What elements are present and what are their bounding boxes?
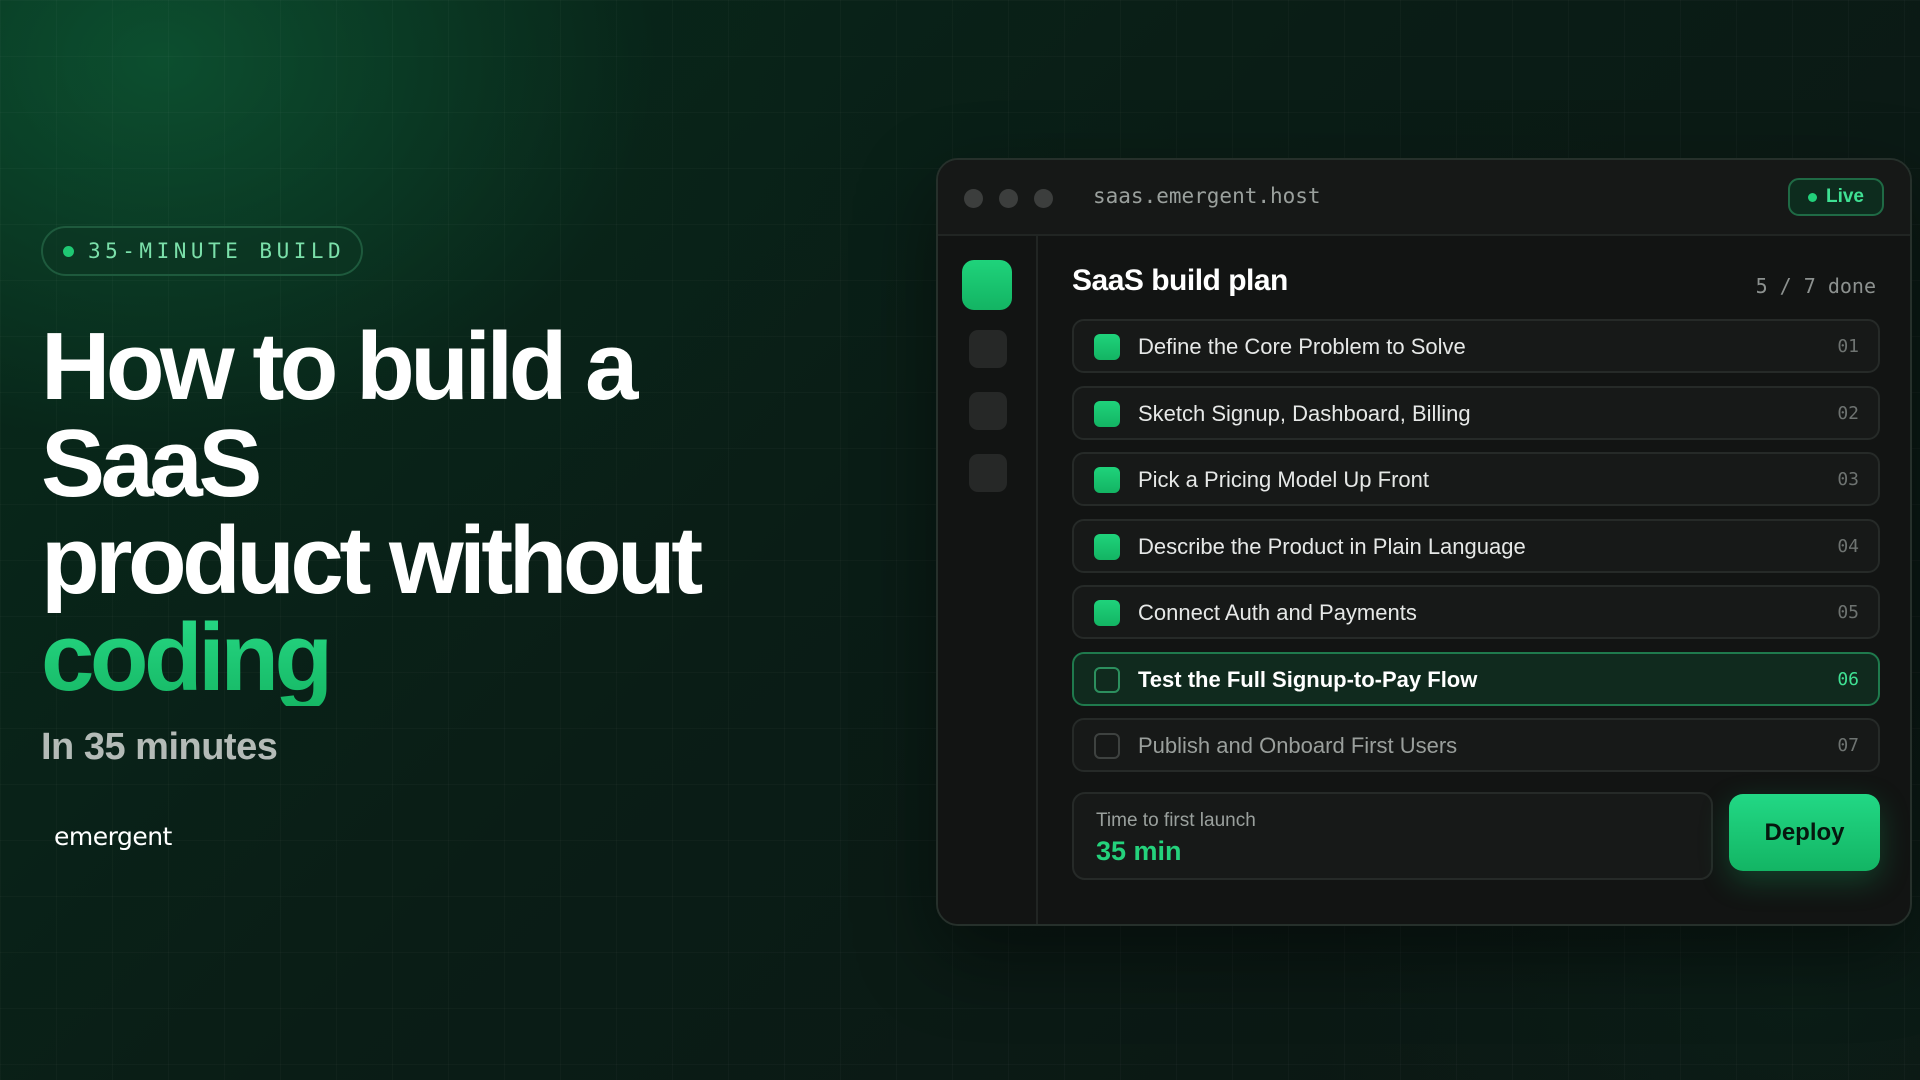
task-row[interactable]: Pick a Pricing Model Up Front 03 (1072, 452, 1880, 506)
task-number: 01 (1837, 336, 1859, 357)
headline-line: product without (41, 507, 703, 614)
task-checkbox[interactable] (1094, 600, 1120, 626)
sidebar-item[interactable] (969, 392, 1007, 430)
sidebar-item-active[interactable] (962, 260, 1012, 310)
headline: How to build a SaaS product without codi… (41, 313, 703, 706)
window-close-button[interactable] (964, 189, 983, 208)
deploy-button[interactable]: Deploy (1729, 794, 1880, 871)
task-label: Sketch Signup, Dashboard, Billing (1138, 400, 1471, 426)
task-label: Describe the Product in Plain Language (1138, 533, 1526, 559)
launch-time-card: Time to first launch 35 min (1072, 792, 1713, 880)
task-label: Publish and Onboard First Users (1138, 733, 1458, 758)
task-number: 05 (1837, 602, 1859, 623)
status-dot-icon (63, 245, 74, 257)
task-list: Define the Core Problem to Solve 01 Sket… (1072, 319, 1880, 785)
app-window: saas.emergent.host Live SaaS build plan … (936, 158, 1912, 926)
task-row[interactable]: Test the Full Signup-to-Pay Flow 06 (1072, 651, 1880, 706)
task-checkbox[interactable] (1094, 334, 1120, 360)
task-row[interactable]: Describe the Product in Plain Language 0… (1072, 518, 1880, 573)
live-status-label: Live (1825, 186, 1865, 207)
task-checkbox[interactable] (1094, 400, 1120, 427)
task-label: Pick a Pricing Model Up Front (1138, 467, 1429, 492)
task-number: 03 (1837, 469, 1859, 490)
window-maximize-button[interactable] (1034, 189, 1053, 208)
window-minimize-button[interactable] (999, 189, 1018, 208)
task-row[interactable]: Connect Auth and Payments 05 (1072, 585, 1880, 639)
plan-progress: 5 / 7 done (1755, 274, 1876, 298)
brand-logo: emergent (54, 822, 172, 851)
live-status-badge: Live (1788, 178, 1884, 216)
subtitle: In 35 minutes (41, 726, 278, 768)
task-row[interactable]: Publish and Onboard First Users 07 (1072, 718, 1880, 772)
build-badge-label: 35-MINUTE BUILD (88, 239, 346, 263)
headline-line: How to build a (41, 313, 638, 420)
task-checkbox[interactable] (1094, 467, 1120, 493)
task-number: 06 (1837, 668, 1859, 690)
task-checkbox[interactable] (1094, 533, 1120, 560)
window-titlebar: saas.emergent.host Live (938, 160, 1910, 236)
task-number: 07 (1837, 735, 1859, 756)
task-number: 02 (1837, 402, 1859, 424)
launch-time-label: Time to first launch (1096, 810, 1256, 831)
live-dot-icon (1807, 192, 1817, 202)
task-label: Define the Core Problem to Solve (1138, 334, 1466, 359)
sidebar-item[interactable] (969, 330, 1007, 368)
task-row[interactable]: Sketch Signup, Dashboard, Billing 02 (1072, 385, 1880, 440)
task-label: Test the Full Signup-to-Pay Flow (1138, 666, 1478, 692)
headline-line: SaaS (41, 410, 262, 517)
task-checkbox[interactable] (1094, 733, 1120, 759)
headline-accent: coding (41, 609, 699, 706)
task-number: 04 (1837, 535, 1859, 557)
task-checkbox[interactable] (1094, 666, 1120, 693)
build-badge: 35-MINUTE BUILD (41, 226, 363, 276)
task-row[interactable]: Define the Core Problem to Solve 01 (1072, 319, 1880, 373)
plan-title: SaaS build plan (1072, 264, 1288, 297)
task-label: Connect Auth and Payments (1138, 600, 1417, 625)
sidebar (938, 236, 1038, 924)
sidebar-item[interactable] (969, 454, 1007, 492)
launch-time-value: 35 min (1096, 836, 1182, 866)
url-text: saas.emergent.host (1093, 184, 1321, 208)
